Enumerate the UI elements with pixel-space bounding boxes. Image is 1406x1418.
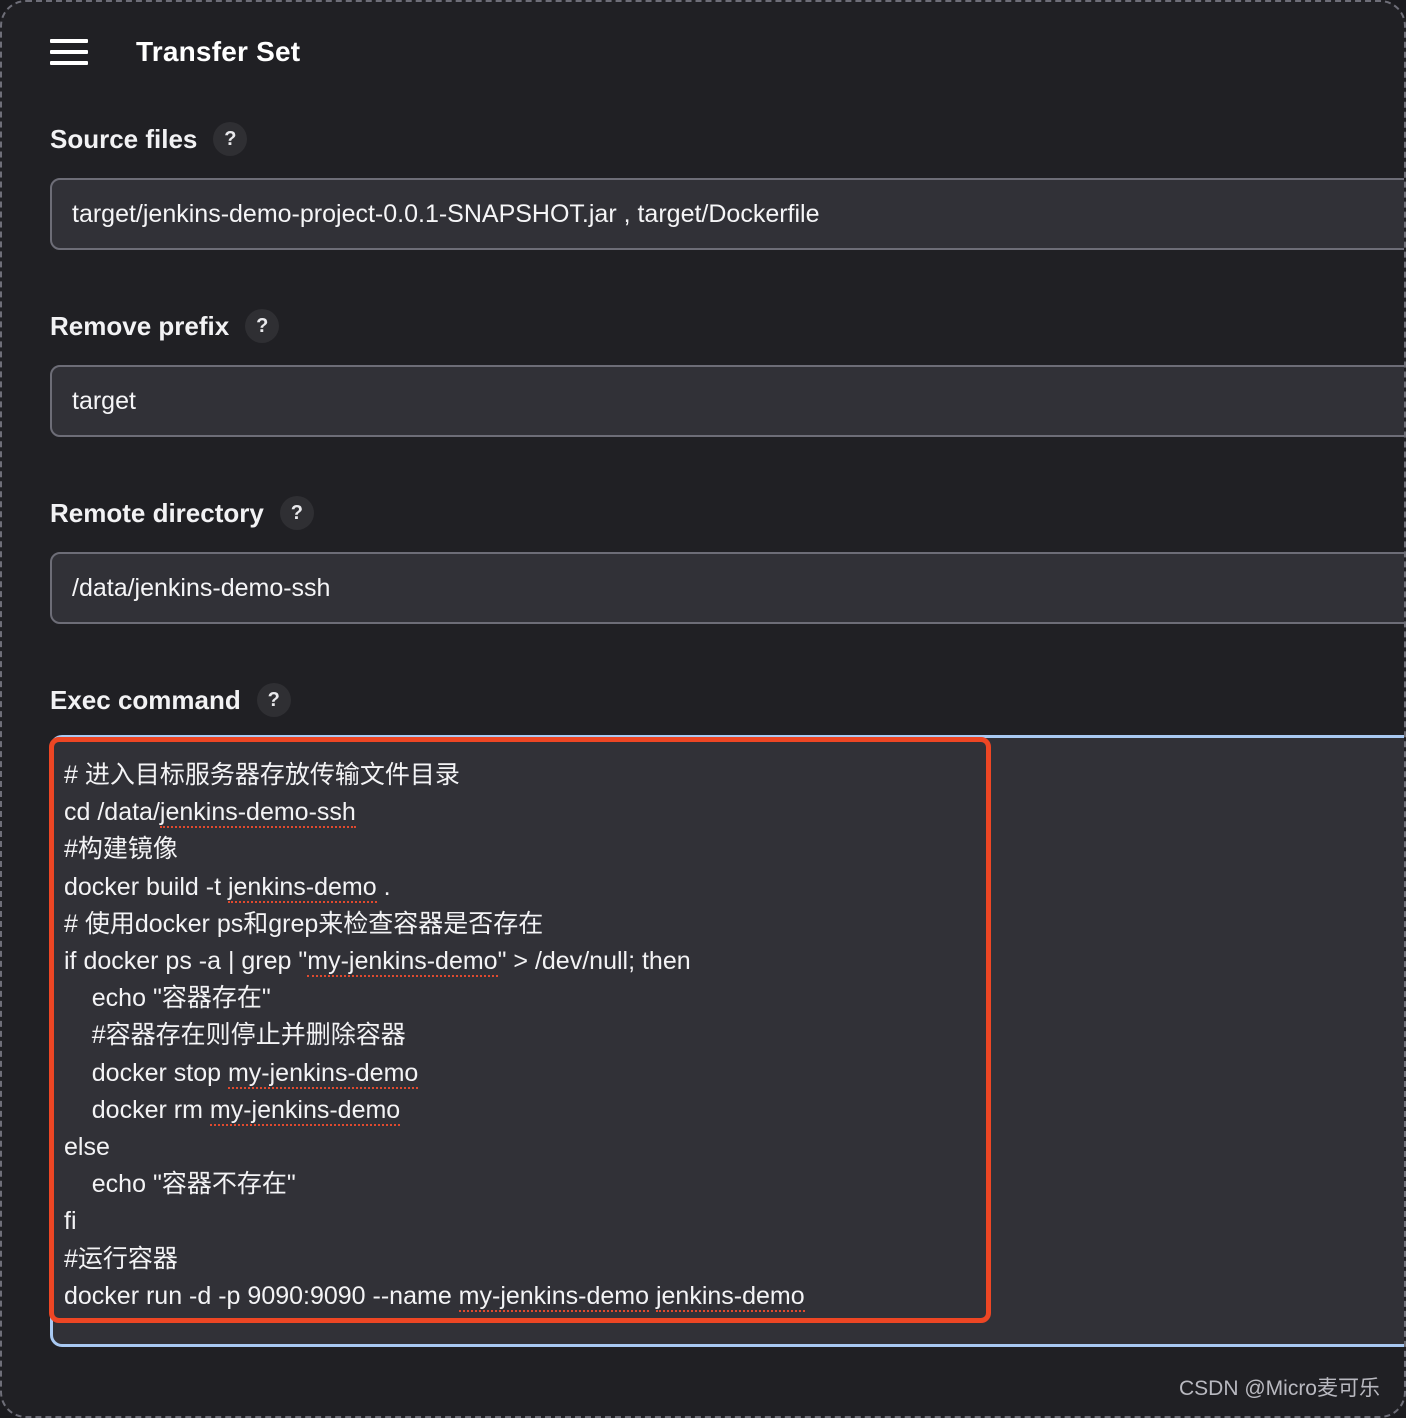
- exec-command-textarea[interactable]: [50, 735, 1404, 1347]
- help-icon[interactable]: ?: [213, 122, 248, 156]
- transfer-set-page: Transfer Set Source files ? Remove prefi…: [0, 0, 1406, 1418]
- field-source-files: Source files ?: [50, 122, 1404, 250]
- hamburger-bar: [50, 61, 88, 65]
- field-label-row: Source files ?: [50, 122, 1404, 156]
- field-label-row: Exec command ?: [50, 683, 291, 717]
- page-header: Transfer Set: [2, 2, 1404, 102]
- remove-prefix-label: Remove prefix: [50, 310, 230, 341]
- source-files-label: Source files: [50, 123, 198, 154]
- remote-directory-label: Remote directory: [50, 497, 264, 528]
- watermark: CSDN @Micro麦可乐: [1179, 1377, 1380, 1400]
- field-label-row: Remove prefix ?: [50, 309, 1404, 343]
- hamburger-menu-icon[interactable]: [50, 39, 88, 65]
- help-icon[interactable]: ?: [256, 683, 291, 717]
- remove-prefix-input[interactable]: [50, 365, 1404, 437]
- hamburger-bar: [50, 39, 88, 43]
- field-label-row: Remote directory ?: [50, 496, 1404, 530]
- help-icon[interactable]: ?: [245, 309, 280, 343]
- exec-command-label: Exec command: [50, 684, 241, 715]
- page-title: Transfer Set: [136, 36, 301, 67]
- hamburger-bar: [50, 50, 88, 54]
- field-remote-directory: Remote directory ?: [50, 496, 1404, 624]
- help-icon[interactable]: ?: [279, 496, 314, 530]
- field-exec-command-label: Exec command ?: [50, 683, 291, 739]
- remote-directory-input[interactable]: [50, 552, 1404, 624]
- exec-command-area: # 进入目标服务器存放传输文件目录 cd /data/jenkins-demo-s…: [50, 735, 1404, 1347]
- field-remove-prefix: Remove prefix ?: [50, 309, 1404, 437]
- source-files-input[interactable]: [50, 178, 1404, 250]
